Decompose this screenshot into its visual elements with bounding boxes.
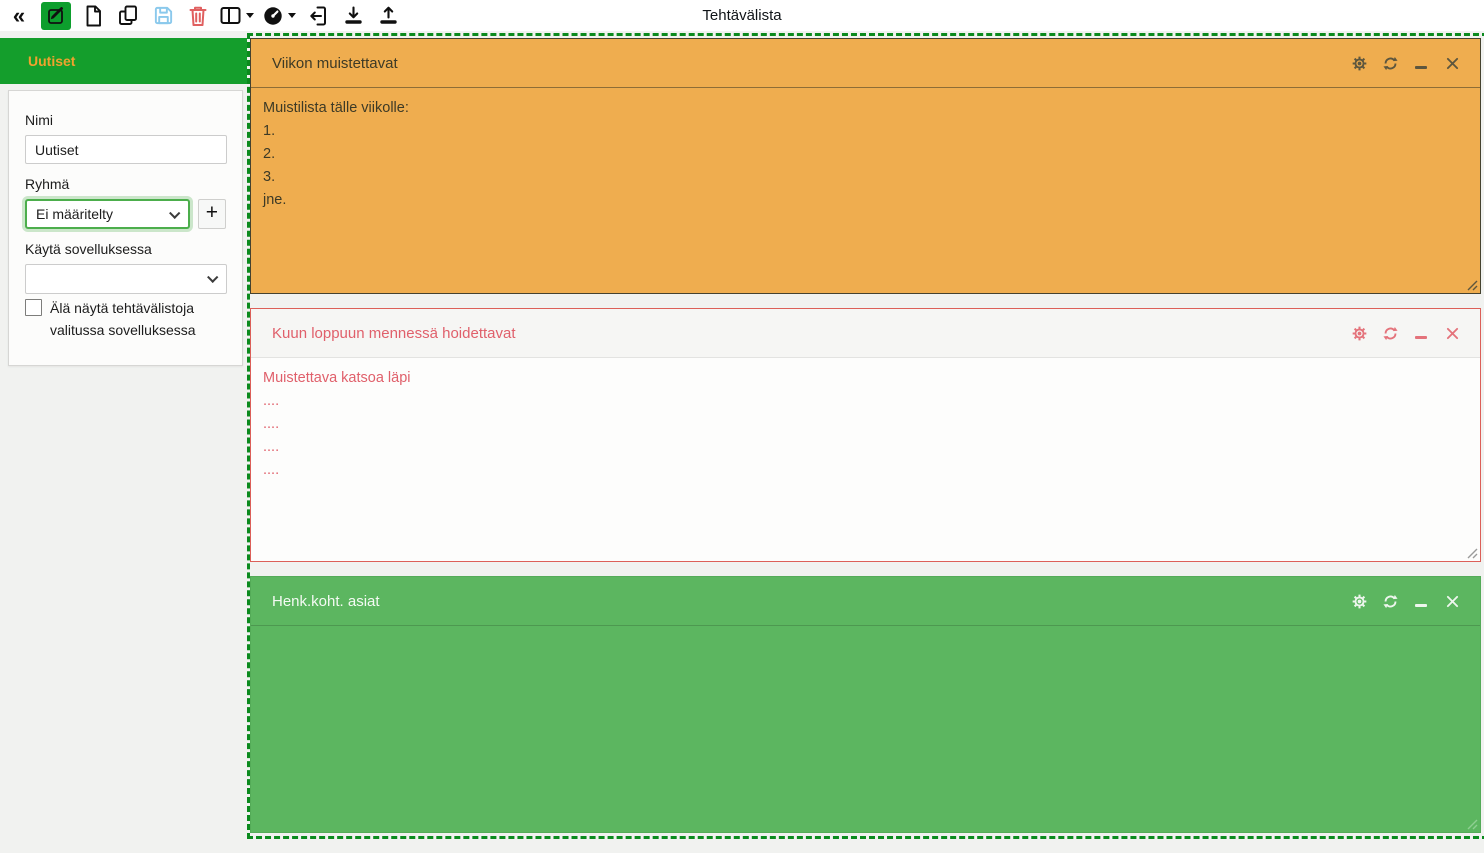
refresh-button[interactable] <box>1382 593 1398 609</box>
new-document-button[interactable] <box>80 2 106 30</box>
content-line: Muistettava katsoa läpi <box>263 367 1468 390</box>
add-group-button[interactable]: + <box>198 199 226 229</box>
chevron-down-icon <box>169 208 180 219</box>
resize-handle[interactable] <box>1467 819 1478 830</box>
panel-week-reminders: Viikon muistettavat Muistilista tälle vi… <box>250 38 1481 294</box>
chevron-down-icon <box>207 272 218 283</box>
content-line: .... <box>263 390 1468 413</box>
panel-month-title: Kuun loppuun mennessä hoidettavat <box>272 325 516 342</box>
close-icon <box>1446 57 1459 70</box>
panel-personal-header[interactable]: Henk.koht. asiat <box>251 577 1480 626</box>
edit-icon <box>47 6 66 25</box>
refresh-icon <box>1383 326 1398 341</box>
panel-personal-content[interactable] <box>251 626 1480 635</box>
panel-month-header[interactable]: Kuun loppuun mennessä hoidettavat <box>251 309 1480 358</box>
sidebar-header: Uutiset <box>0 38 247 84</box>
toolbar: « <box>0 0 1484 31</box>
panel-week-title: Viikon muistettavat <box>272 55 398 72</box>
group-select[interactable]: Ei määritelty <box>25 199 190 229</box>
close-button[interactable] <box>1444 593 1460 609</box>
dashboard-area: Viikon muistettavat Muistilista tälle vi… <box>247 31 1484 853</box>
content-line: 2. <box>263 143 1468 166</box>
close-button[interactable] <box>1444 325 1460 341</box>
group-select-value: Ei määritelty <box>36 206 113 222</box>
refresh-icon <box>1383 594 1398 609</box>
content-line: jne. <box>263 189 1468 212</box>
chevron-down-icon <box>246 13 254 18</box>
settings-button[interactable] <box>1351 55 1367 71</box>
copy-icon <box>118 5 138 27</box>
layout-dropdown-button[interactable] <box>220 2 254 30</box>
save-button[interactable] <box>150 2 176 30</box>
gauge-icon <box>263 6 283 26</box>
panel-personal-title: Henk.koht. asiat <box>272 593 380 610</box>
panel-month-tasks: Kuun loppuun mennessä hoidettavat Muiste… <box>250 308 1481 562</box>
settings-button[interactable] <box>1351 593 1367 609</box>
dashboard-dropdown-button[interactable] <box>263 2 296 30</box>
gear-icon <box>1352 594 1367 609</box>
hide-task-lists-label: Älä näytä tehtävälistoja valitussa sovel… <box>50 297 196 341</box>
chevron-down-icon <box>288 13 296 18</box>
copy-button[interactable] <box>115 2 141 30</box>
close-icon <box>1446 595 1459 608</box>
sidebar-header-title: Uutiset <box>28 53 75 69</box>
refresh-button[interactable] <box>1382 325 1398 341</box>
use-in-app-select[interactable] <box>25 264 227 294</box>
refresh-button[interactable] <box>1382 55 1398 71</box>
collapse-sidebar-button[interactable]: « <box>6 2 32 30</box>
gear-icon <box>1352 56 1367 71</box>
settings-button[interactable] <box>1351 325 1367 341</box>
content-line: Muistilista tälle viikolle: <box>263 97 1468 120</box>
minimize-button[interactable] <box>1413 55 1429 71</box>
new-document-icon <box>83 5 103 27</box>
resize-handle[interactable] <box>1467 280 1478 291</box>
panel-personal-matters: Henk.koht. asiat <box>250 576 1481 833</box>
upload-button[interactable] <box>375 2 401 30</box>
group-label: Ryhmä <box>25 176 226 192</box>
content-line: 1. <box>263 120 1468 143</box>
columns-icon <box>220 6 241 25</box>
task-list-form: Nimi Ryhmä Ei määritelty + Käytä sovellu… <box>8 90 243 366</box>
minimize-button[interactable] <box>1413 593 1429 609</box>
close-button[interactable] <box>1444 55 1460 71</box>
content-line: .... <box>263 459 1468 482</box>
import-icon <box>308 5 328 27</box>
panel-week-header[interactable]: Viikon muistettavat <box>251 39 1480 88</box>
name-label: Nimi <box>25 112 226 128</box>
close-icon <box>1446 327 1459 340</box>
download-icon <box>343 5 364 27</box>
trash-icon <box>188 5 208 27</box>
chevron-double-left-icon: « <box>13 3 25 29</box>
download-button[interactable] <box>340 2 366 30</box>
hide-task-lists-checkbox[interactable] <box>25 299 42 316</box>
content-line: .... <box>263 436 1468 459</box>
refresh-icon <box>1383 56 1398 71</box>
panel-week-content[interactable]: Muistilista tälle viikolle: 1. 2. 3. jne… <box>251 88 1480 212</box>
content-line: 3. <box>263 166 1468 189</box>
page-title: Tehtävälista <box>702 0 781 31</box>
upload-icon <box>378 5 399 27</box>
delete-button[interactable] <box>185 2 211 30</box>
import-button[interactable] <box>305 2 331 30</box>
panel-month-content[interactable]: Muistettava katsoa läpi .... .... .... .… <box>251 358 1480 482</box>
gear-icon <box>1352 326 1367 341</box>
name-input[interactable] <box>25 135 227 164</box>
minimize-icon <box>1415 336 1427 339</box>
minimize-button[interactable] <box>1413 325 1429 341</box>
content-line: .... <box>263 413 1468 436</box>
sidebar: Uutiset Nimi Ryhmä Ei määritelty + Käytä… <box>0 31 247 853</box>
save-icon <box>153 5 174 26</box>
edit-button[interactable] <box>41 2 71 30</box>
resize-handle[interactable] <box>1467 548 1478 559</box>
minimize-icon <box>1415 604 1427 607</box>
use-in-app-label: Käytä sovelluksessa <box>25 241 226 257</box>
minimize-icon <box>1415 66 1427 69</box>
